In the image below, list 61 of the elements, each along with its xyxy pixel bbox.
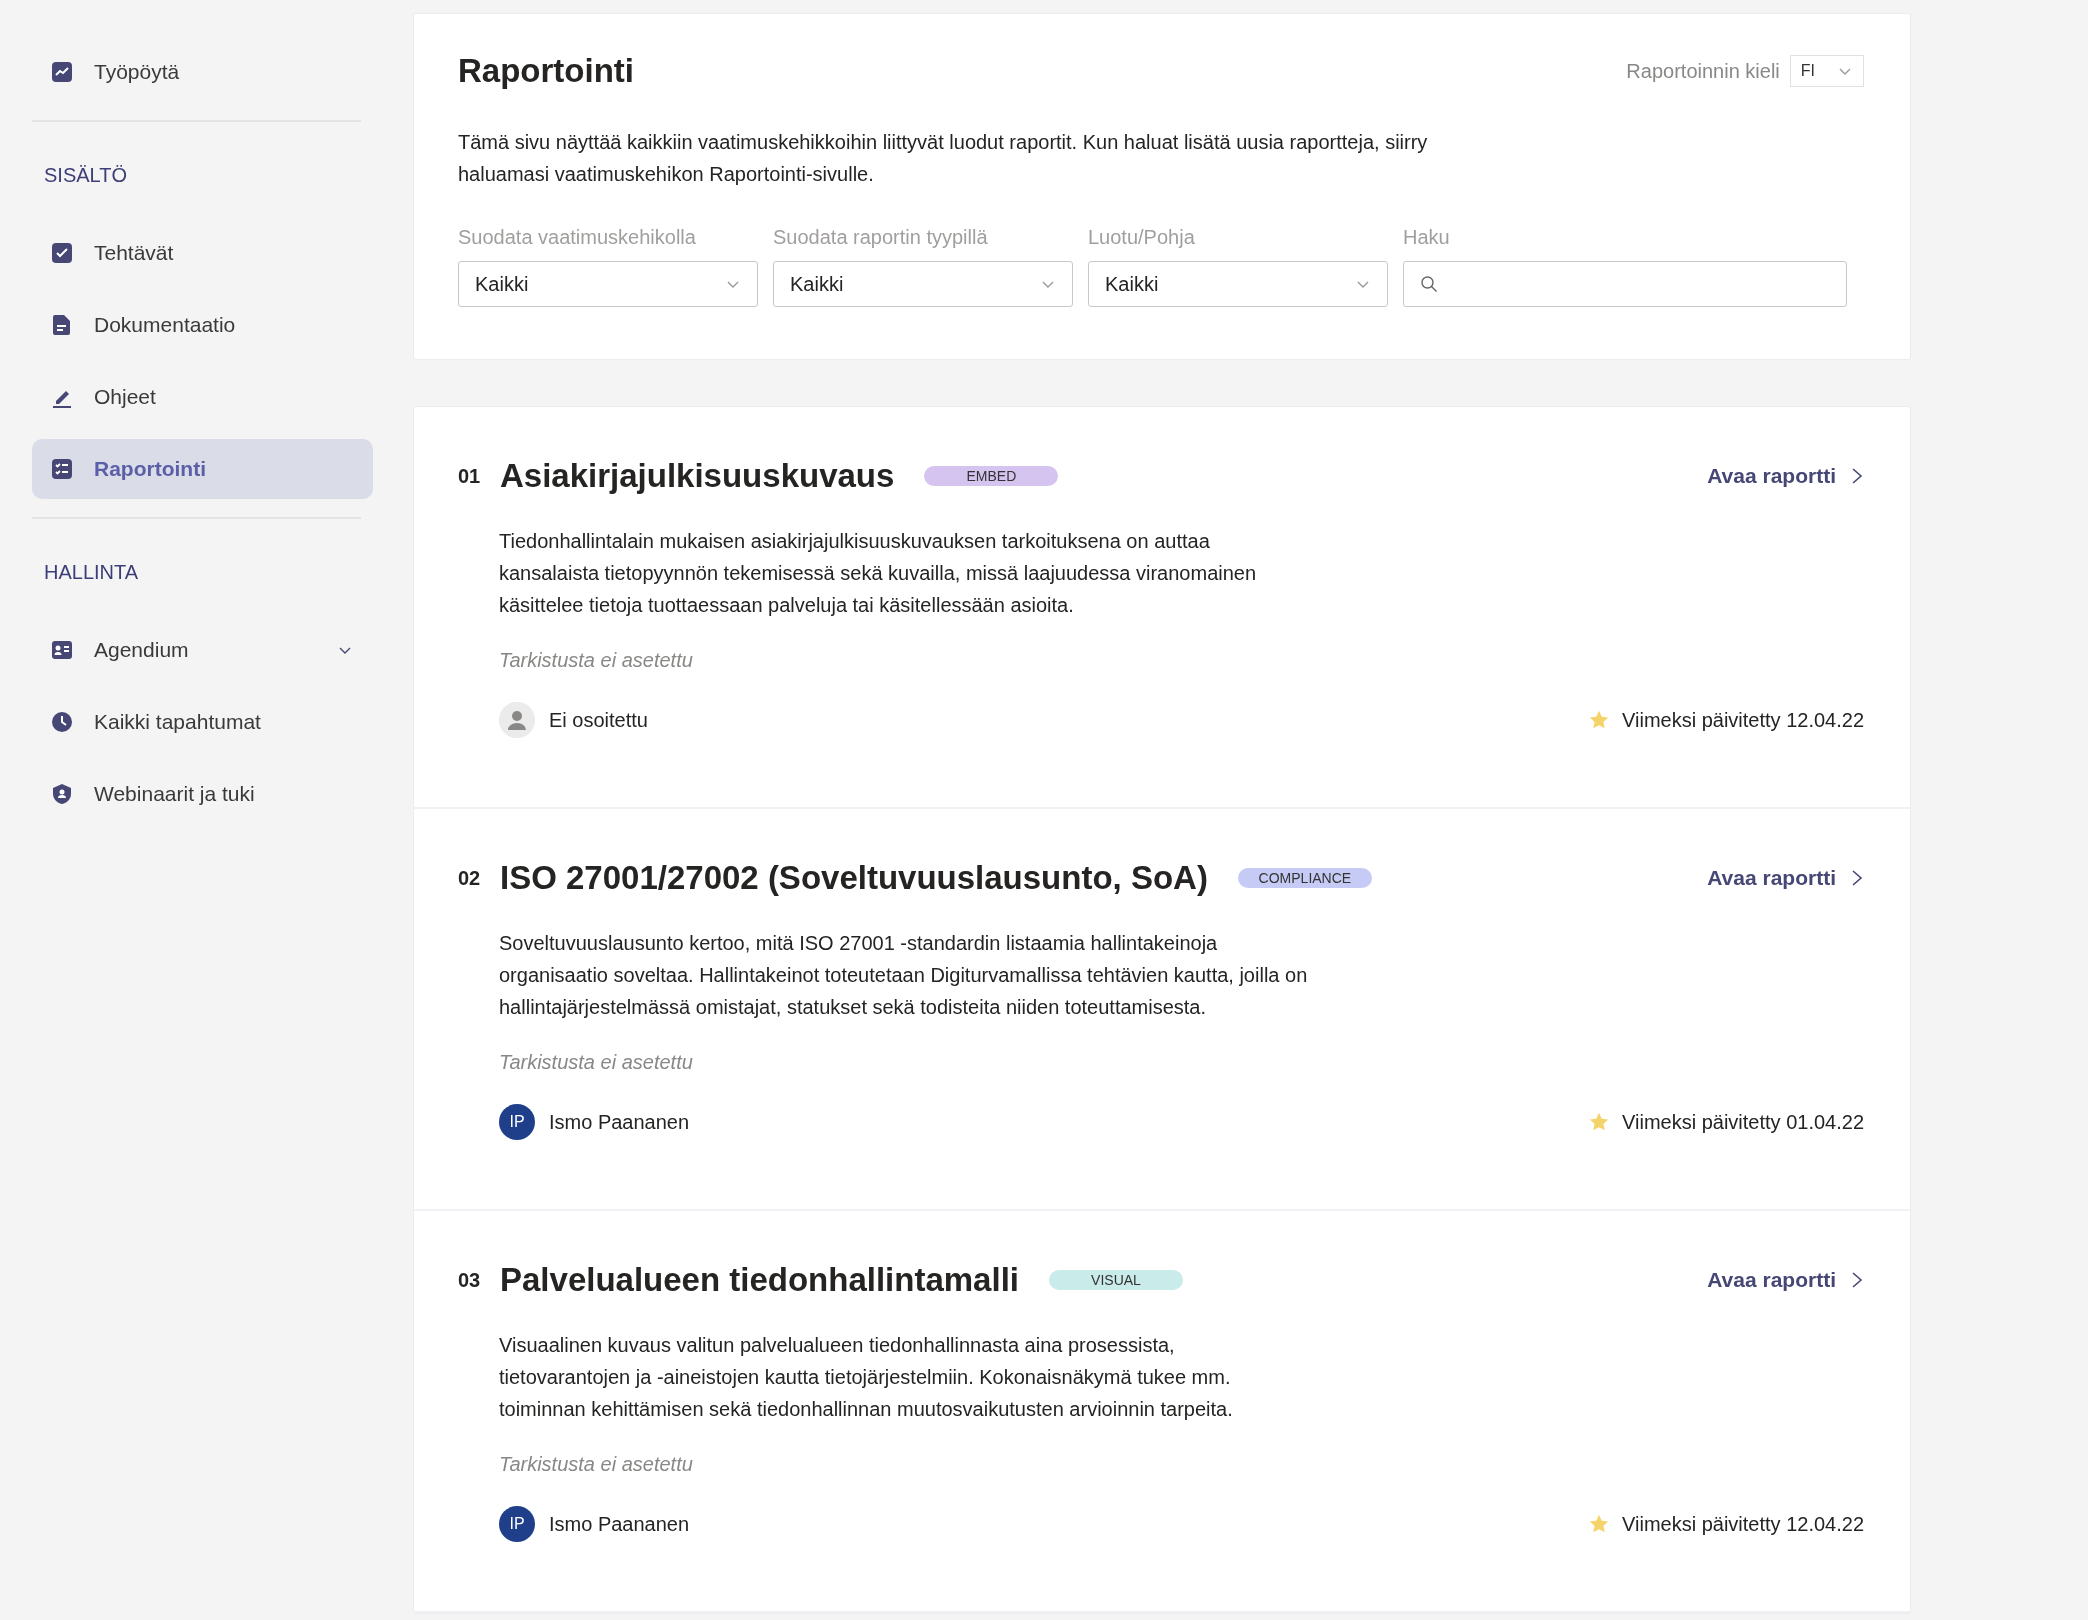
- star-icon: [1588, 1513, 1610, 1535]
- page-description: Tämä sivu näyttää kaikkiin vaatimuskehikkoihin liittyvät luodut raportit. Kun haluat lisätä uusia raportteja, siirry haluamasi vaatimuskehikon Raportointi-sivulle.: [458, 130, 1429, 187]
- sidebar-item[interactable]: Työpöytä: [32, 42, 373, 102]
- review-status: Tarkistusta ei asetettu: [499, 649, 694, 672]
- report-number: 01: [458, 464, 482, 488]
- sidebar-item[interactable]: Webinaarit ja tuki: [32, 764, 373, 824]
- language-dropdown[interactable]: FI: [1789, 55, 1864, 87]
- search-label: Haku: [1403, 226, 1451, 249]
- filter-label: Suodata raportin tyypillä: [773, 226, 989, 249]
- report-description: Tiedonhallintalain mukaisen asiakirjajulkisuuskuvauksen tarkoituksena on auttaa kansalaista tietopyynnön tekemisessä sekä kuvailla, missä laajuudessa viranomainen käsittelee tietoja tuottaessaan palveluja tai käsitellessään asioita.: [499, 529, 1258, 618]
- filter-dropdown[interactable]: Kaikki: [458, 261, 758, 307]
- assignee-avatar: IP: [499, 1104, 535, 1140]
- report-number: 02: [458, 866, 482, 890]
- star-icon: [1588, 709, 1610, 731]
- type-badge: COMPLIANCE: [1237, 868, 1372, 888]
- filter-dropdown[interactable]: Kaikki: [773, 261, 1073, 307]
- last-updated: Viimeksi päivitetty 12.04.22: [1622, 708, 1864, 732]
- nav-icon: [50, 782, 74, 806]
- assignee-avatar: IP: [499, 1506, 535, 1542]
- report-title: ISO 27001/27002 (Soveltuvuuslausunto, SoA): [500, 859, 1208, 897]
- language-label: Raportoinnin kieli: [1626, 59, 1780, 83]
- search-icon: [1420, 275, 1438, 293]
- open-report-link[interactable]: Avaa raportti: [1707, 464, 1864, 488]
- sidebar-item[interactable]: Ohjeet: [32, 367, 373, 427]
- section-heading: SISÄLTÖ: [43, 163, 128, 188]
- star-icon: [1588, 1111, 1610, 1133]
- assignee-name: Ismo Paananen: [549, 1110, 691, 1134]
- sidebar-item[interactable]: Tehtävät: [32, 223, 373, 283]
- nav-icon: [50, 710, 74, 734]
- sidebar-item[interactable]: Dokumentaatio: [32, 295, 373, 355]
- nav-icon: [50, 241, 74, 265]
- nav-icon: [50, 638, 74, 662]
- assignee-name: Ismo Paananen: [549, 1512, 691, 1536]
- review-status: Tarkistusta ei asetettu: [499, 1051, 694, 1074]
- sidebar-item[interactable]: Agendium: [32, 620, 373, 680]
- nav-icon: [50, 60, 74, 84]
- sidebar-item[interactable]: Kaikki tapahtumat: [32, 692, 373, 752]
- filter-label: Luotu/Pohja: [1088, 226, 1196, 249]
- search-field[interactable]: [1403, 261, 1847, 307]
- last-updated: Viimeksi päivitetty 12.04.22: [1622, 1512, 1864, 1536]
- review-status: Tarkistusta ei asetettu: [499, 1453, 694, 1476]
- filter-dropdown[interactable]: Kaikki: [1088, 261, 1388, 307]
- open-report-link[interactable]: Avaa raportti: [1707, 866, 1864, 890]
- filter-label: Suodata vaatimuskehikolla: [458, 226, 697, 249]
- chevron-right-icon: [1850, 467, 1864, 485]
- sidebar-item[interactable]: Raportointi: [32, 439, 373, 499]
- section-heading: HALLINTA: [43, 560, 140, 585]
- chevron-right-icon: [1850, 1271, 1864, 1289]
- type-badge: VISUAL: [1049, 1270, 1183, 1290]
- open-report-link[interactable]: Avaa raportti: [1707, 1268, 1864, 1292]
- last-updated: Viimeksi päivitetty 01.04.22: [1622, 1110, 1864, 1134]
- assignee-name: Ei osoitettu: [549, 708, 649, 732]
- chevron-right-icon: [1850, 869, 1864, 887]
- report-number: 03: [458, 1268, 482, 1292]
- report-title: Asiakirjajulkisuuskuvaus: [500, 457, 895, 495]
- page-title: Raportointi: [458, 52, 634, 90]
- nav-icon: [50, 457, 74, 481]
- report-description: Visuaalinen kuvaus valitun palvelualueen tiedonhallinnasta aina prosessista, tietovarantojen ja -aineistojen kautta tietojärjestelmiin. Kokonaisnäkymä tukee mm. toiminnan kehittämisen sekä tiedonhallinnan muutosvaikutusten arvioinnin tarpeita.: [499, 1333, 1234, 1422]
- type-badge: EMBED: [924, 466, 1059, 486]
- report-title: Palvelualueen tiedonhallintamalli: [500, 1261, 1019, 1299]
- report-description: Soveltuvuuslausunto kertoo, mitä ISO 27001 -standardin listaamia hallintakeinoja organisaatio soveltaa. Hallintakeinot toteutetaan Digiturvamallissa tehtävien kautta, joilla on hallintajärjestelmässä omistajat, statukset sekä todisteita niiden toteuttamisesta.: [499, 931, 1309, 1020]
